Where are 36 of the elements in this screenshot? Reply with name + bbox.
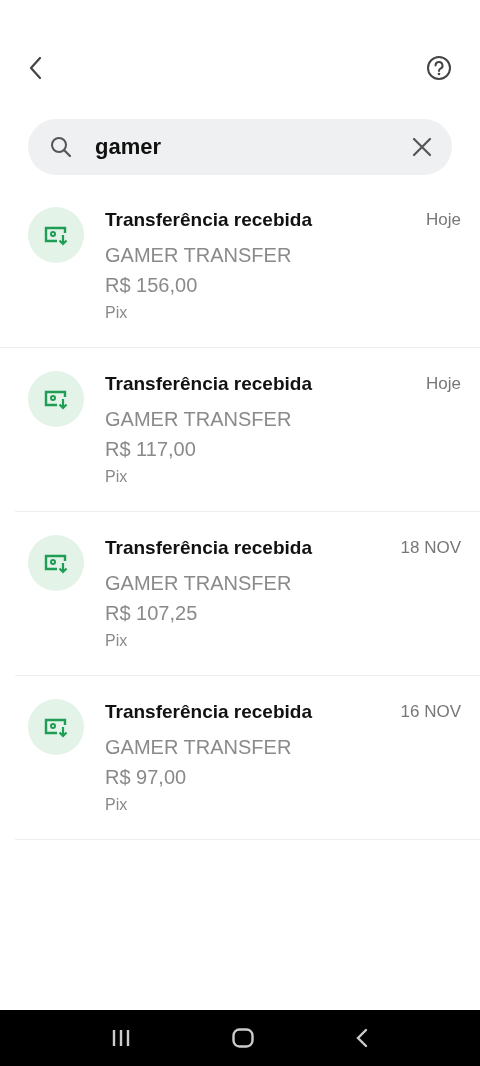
payer-name: GAMER TRANSFER [105,407,292,432]
payer-name: GAMER TRANSFER [105,735,292,760]
transaction-item[interactable]: Transferência recebida Hoje GAMER TRANSFER R$ 156,00 Pix [0,184,480,348]
transaction-title: Transferência recebida [105,372,312,396]
transaction-date: Hoje [426,209,461,231]
transaction-date: 16 NOV [400,701,461,723]
transaction-date: 18 NOV [400,537,461,559]
payer-name: GAMER TRANSFER [105,243,292,268]
transaction-amount: R$ 107,25 [105,601,198,626]
payment-method: Pix [105,467,128,487]
search-field[interactable]: gamer [28,119,452,175]
transaction-amount: R$ 97,00 [105,765,187,790]
transaction-item[interactable]: Transferência recebida 16 NOV GAMER TRANSFER R$ 97,00 Pix [15,676,480,840]
transaction-item[interactable]: Transferência recebida 18 NOV GAMER TRANSFER R$ 107,25 Pix [15,512,480,676]
payer-name: GAMER TRANSFER [105,571,292,596]
money-receive-icon [28,535,84,591]
clear-icon[interactable] [412,137,432,157]
back-nav-icon[interactable] [355,1028,370,1048]
transaction-title: Transferência recebida [105,700,312,724]
money-receive-icon [28,371,84,427]
money-receive-icon [28,699,84,755]
home-icon[interactable] [232,1028,254,1048]
transaction-title: Transferência recebida [105,536,312,560]
payment-method: Pix [105,795,128,815]
transaction-amount: R$ 117,00 [105,437,196,462]
back-icon [28,56,42,80]
search-icon [50,136,72,158]
transaction-item[interactable]: Transferência recebida Hoje GAMER TRANSFER R$ 117,00 Pix [15,348,480,512]
transaction-amount: R$ 156,00 [105,273,198,298]
transaction-date: Hoje [426,373,461,395]
recent-apps-icon[interactable] [110,1029,131,1047]
payment-method: Pix [105,303,128,323]
money-receive-icon [28,207,84,263]
payment-method: Pix [105,631,128,651]
transaction-title: Transferência recebida [105,208,312,232]
help-icon [426,55,452,81]
